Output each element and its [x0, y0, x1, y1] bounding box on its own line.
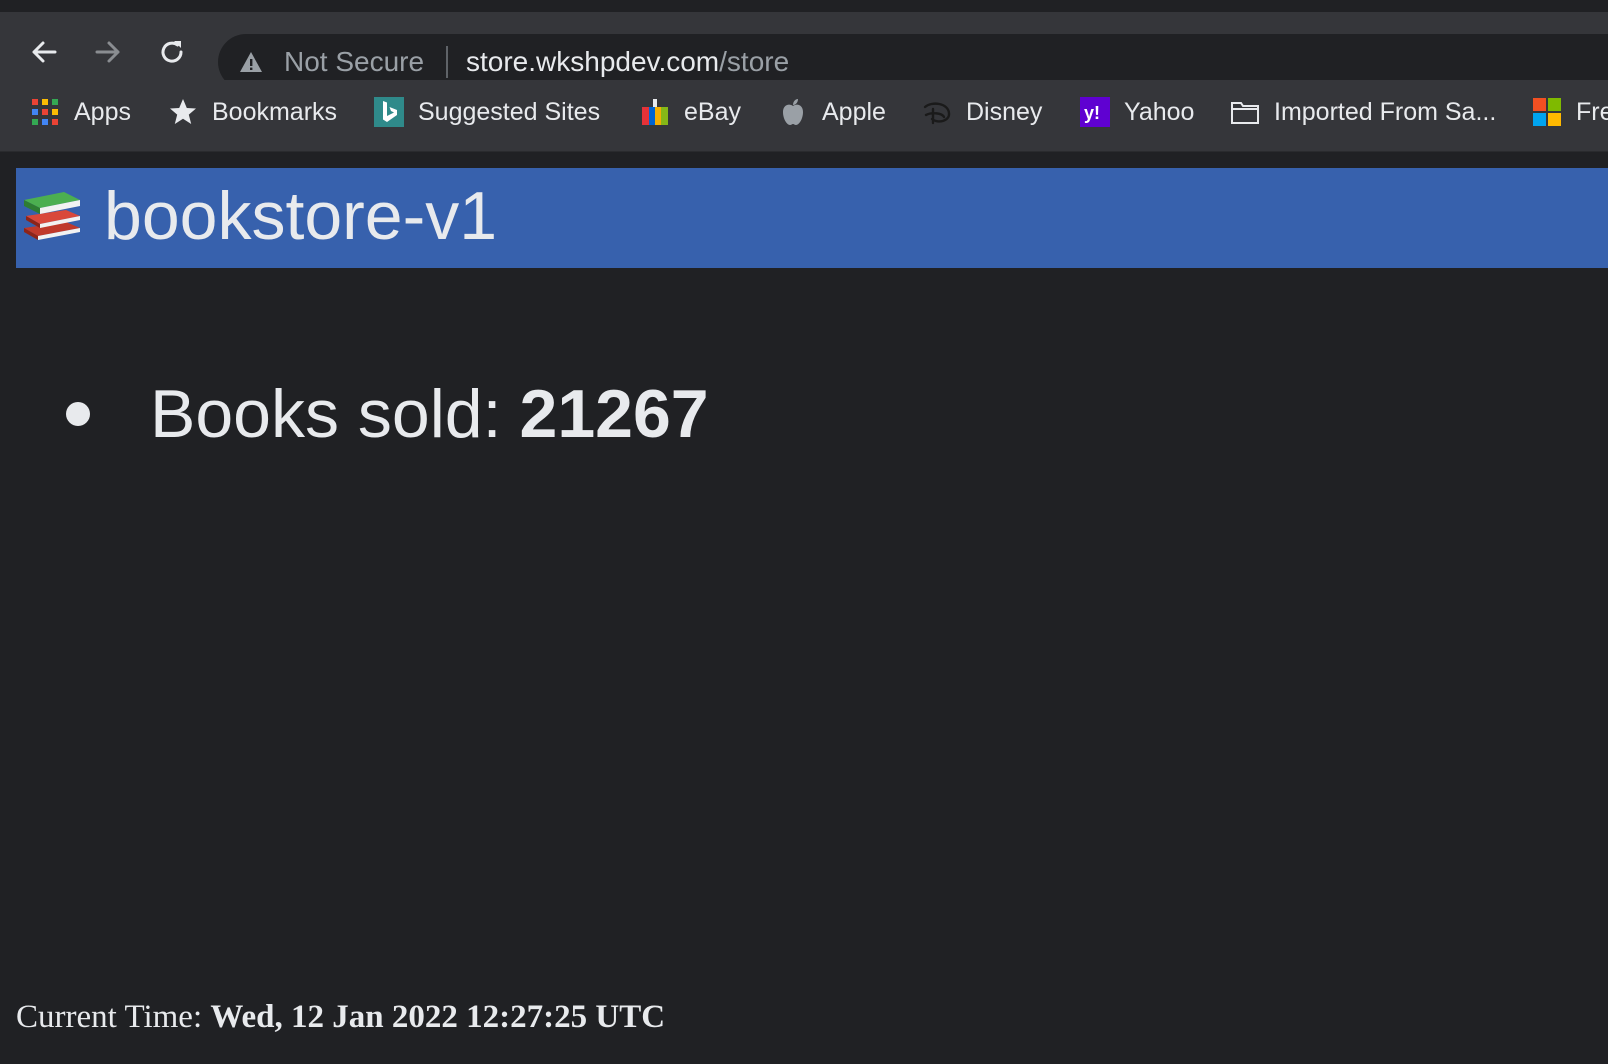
warning-triangle-icon [240, 52, 262, 72]
books-stack-icon [24, 192, 80, 240]
books-sold-label: Books sold: [150, 376, 502, 452]
bookmark-apple[interactable]: Apple [778, 94, 886, 130]
list-bullet [66, 402, 90, 426]
apps-grid-icon [32, 99, 58, 125]
apple-icon [783, 99, 803, 125]
star-icon [170, 99, 196, 124]
reload-button[interactable] [152, 32, 192, 72]
browser-chrome: Not Secure store.wkshpdev.com/store Apps… [0, 0, 1608, 152]
bookmark-ebay[interactable]: eBay [640, 94, 741, 130]
current-time: Current Time: Wed, 12 Jan 2022 12:27:25 … [16, 999, 665, 1036]
yahoo-icon: y! [1080, 97, 1110, 127]
svg-text:y!: y! [1084, 103, 1100, 123]
security-status[interactable]: Not Secure [284, 46, 424, 78]
bookmark-label: Apple [822, 97, 886, 126]
bookmark-label: Disney [966, 97, 1043, 126]
bookmark-label: Fre [1576, 97, 1608, 126]
disney-icon [923, 102, 951, 125]
bookmark-label: Imported From Sa... [1274, 97, 1497, 126]
url-text[interactable]: store.wkshpdev.com/store [466, 46, 789, 78]
url-path: /store [719, 46, 790, 77]
url-host: store.wkshpdev.com [466, 46, 720, 77]
microsoft-icon [1533, 98, 1561, 126]
reload-icon [161, 41, 183, 63]
navigation-bar: Not Secure store.wkshpdev.com/store [0, 12, 1608, 90]
page-title: bookstore-v1 [104, 178, 498, 254]
folder-icon [1231, 102, 1259, 124]
bookmark-label: Yahoo [1124, 97, 1195, 126]
books-sold-value: 21267 [519, 376, 709, 452]
bookmark-label: Bookmarks [212, 97, 338, 126]
back-arrow-icon [32, 41, 57, 63]
bookmark-label: Suggested Sites [418, 97, 601, 126]
books-sold-item: Books sold: 21267 [62, 374, 709, 454]
bookmark-label: Apps [74, 97, 131, 126]
page-content: bookstore-v1 Books sold: 21267 Current T… [0, 152, 1608, 1064]
header-banner: bookstore-v1 [16, 168, 1608, 268]
current-time-label: Current Time: [16, 999, 203, 1035]
ebay-icon [642, 99, 668, 125]
bookmark-imported-folder[interactable]: Imported From Sa... [1230, 94, 1496, 130]
current-time-value: Wed, 12 Jan 2022 12:27:25 UTC [210, 999, 666, 1035]
forward-button[interactable] [88, 32, 128, 72]
omnibox-divider [446, 46, 448, 78]
back-button[interactable] [24, 32, 64, 72]
bing-icon [374, 97, 404, 127]
bookmark-yahoo[interactable]: y! Yahoo [1080, 94, 1194, 130]
bookmark-bookmarks[interactable]: Bookmarks [168, 94, 337, 130]
bookmark-disney[interactable]: Disney [922, 94, 1042, 130]
bookmark-microsoft[interactable]: Fre [1532, 94, 1608, 130]
bookmark-suggested-sites[interactable]: Suggested Sites [374, 94, 600, 130]
bookmarks-bar: Apps Bookmarks Suggested Sites eBay Appl… [0, 80, 1608, 152]
forward-arrow-icon [95, 41, 120, 63]
bookmark-label: eBay [684, 97, 741, 126]
bookmark-apps[interactable]: Apps [30, 94, 131, 130]
tab-strip [0, 0, 1608, 12]
